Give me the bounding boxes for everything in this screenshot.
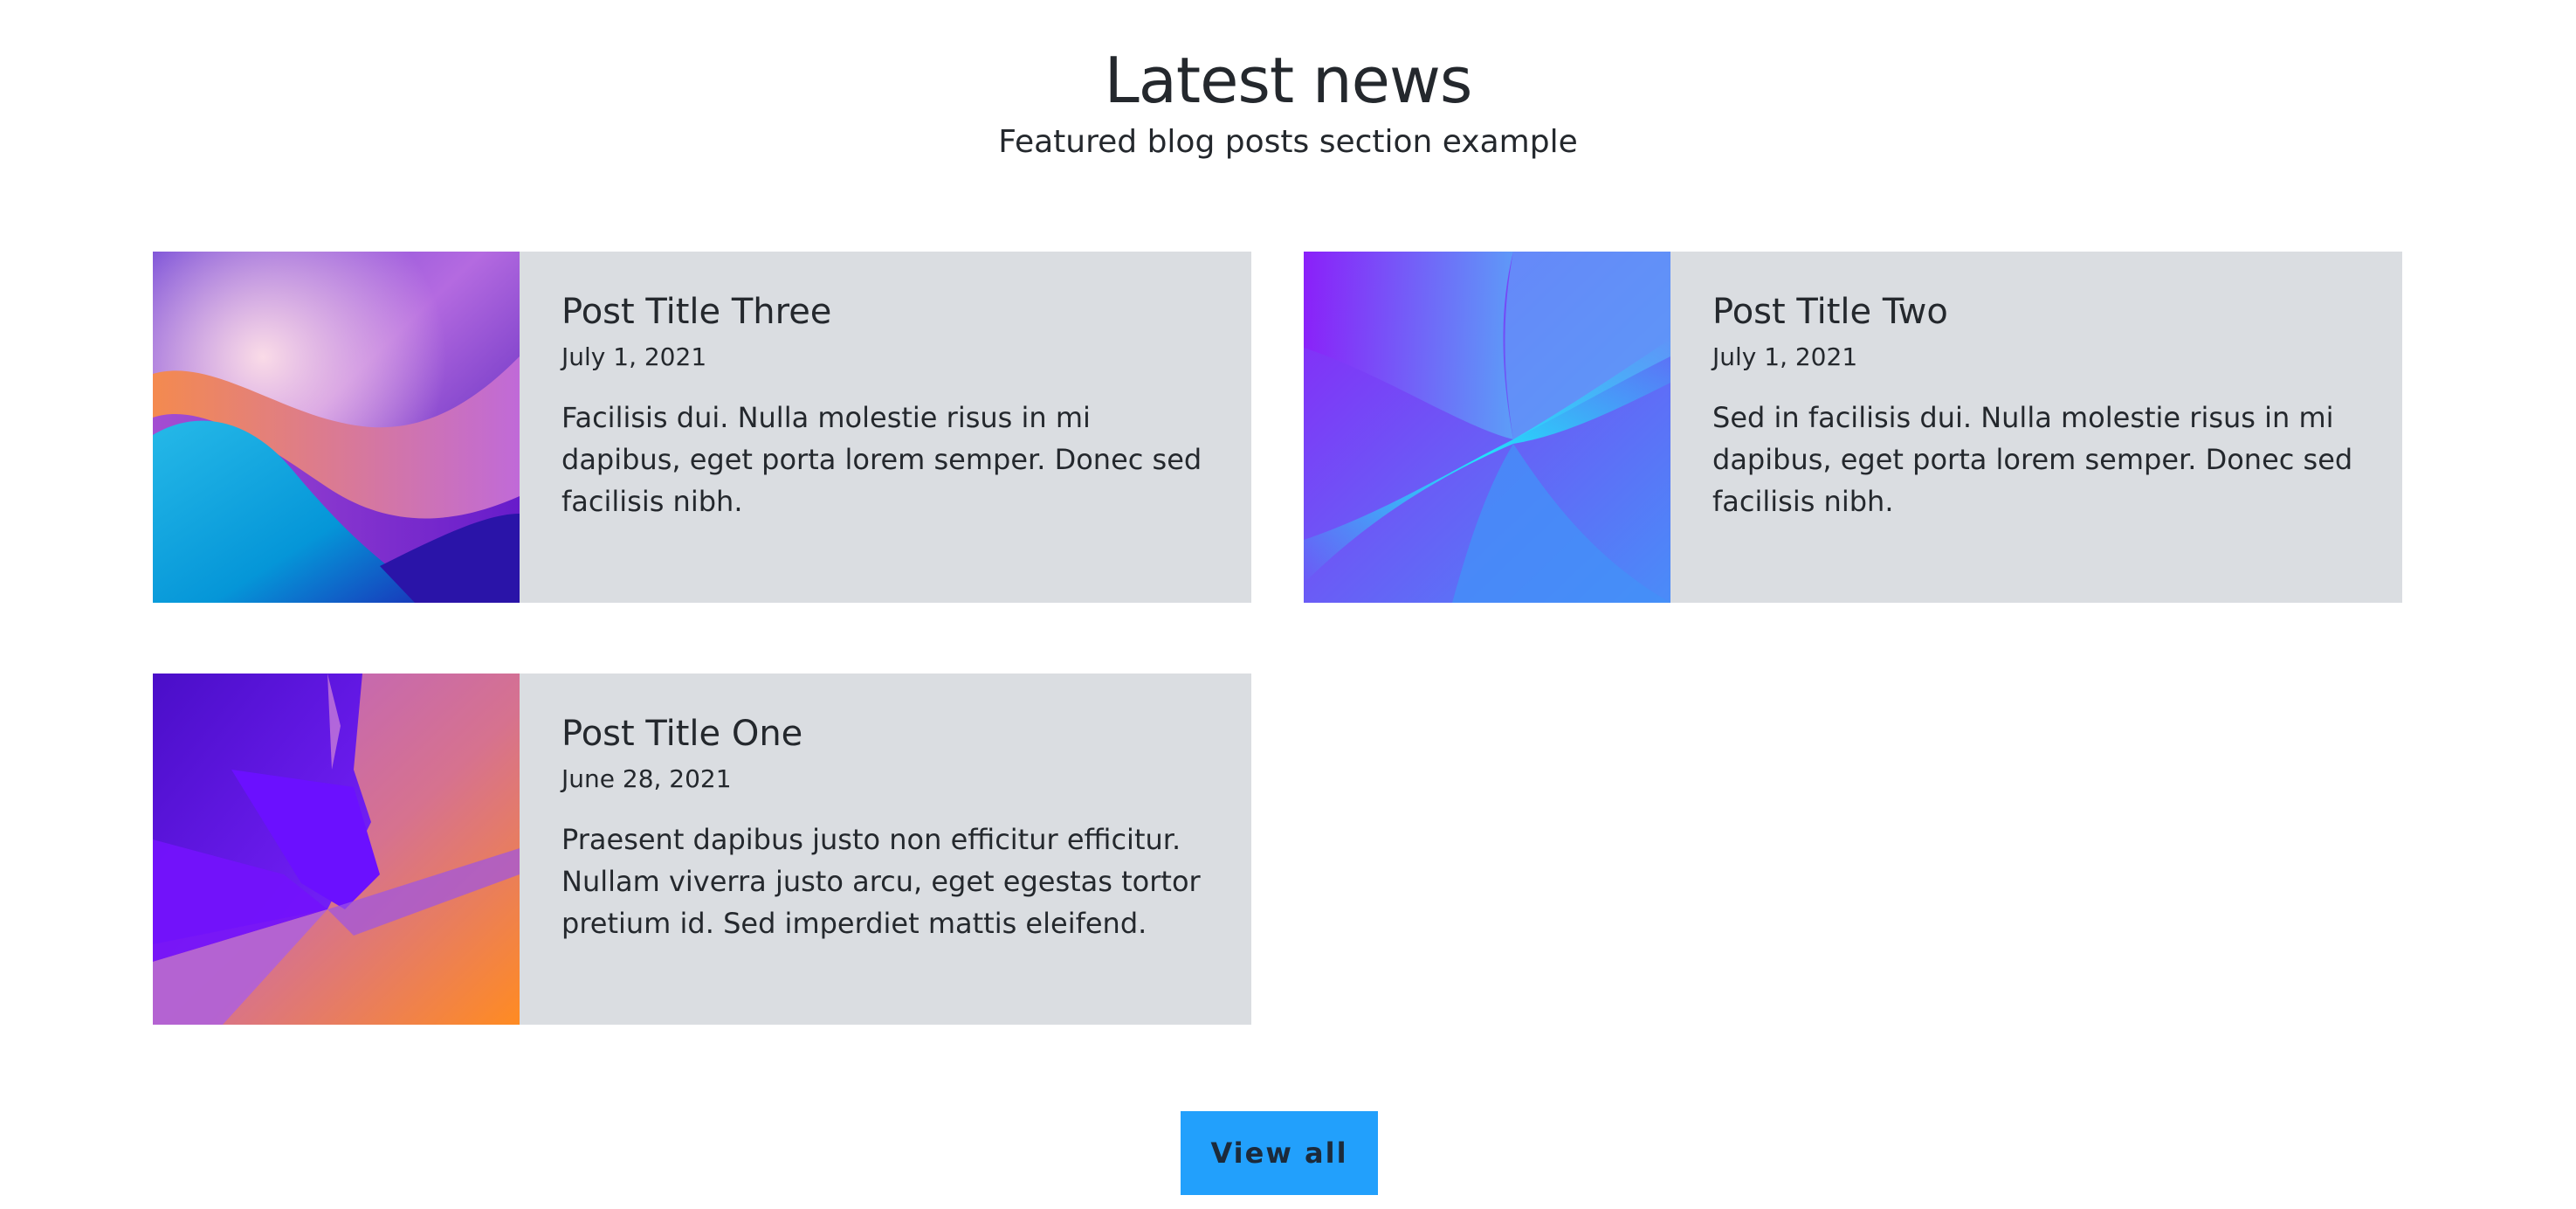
- view-all-button[interactable]: View all: [1181, 1111, 1378, 1195]
- post-excerpt: Sed in facilisis dui. Nulla molestie ris…: [1712, 401, 2353, 518]
- post-thumbnail-image[interactable]: [153, 674, 520, 1025]
- post-excerpt: Praesent dapibus justo non efficitur eff…: [561, 823, 1201, 940]
- post-content: Post Title Three July 1, 2021 Facilisis …: [520, 252, 1251, 603]
- section-subtitle: Featured blog posts section example: [998, 124, 1578, 160]
- blog-post-card[interactable]: Post Title Three July 1, 2021 Facilisis …: [153, 252, 1251, 603]
- post-content: Post Title One June 28, 2021 Praesent da…: [520, 674, 1251, 1025]
- post-title[interactable]: Post Title Three: [561, 290, 1209, 334]
- post-thumbnail-image[interactable]: [1304, 252, 1670, 603]
- blog-post-card[interactable]: Post Title One June 28, 2021 Praesent da…: [153, 674, 1251, 1025]
- post-excerpt: Facilisis dui. Nulla molestie risus in m…: [561, 401, 1202, 518]
- abstract-twist-image: [1304, 252, 1670, 603]
- section-title: Latest news: [1104, 44, 1473, 117]
- post-date: July 1, 2021: [561, 342, 707, 371]
- post-title[interactable]: Post Title One: [561, 712, 1209, 756]
- section-header: Latest news Featured blog posts section …: [0, 38, 2576, 162]
- post-content: Post Title Two July 1, 2021 Sed in facil…: [1670, 252, 2402, 603]
- post-thumbnail-image[interactable]: [153, 252, 520, 603]
- abstract-wave-image: [153, 252, 520, 603]
- post-title[interactable]: Post Title Two: [1712, 290, 2360, 334]
- post-date: July 1, 2021: [1712, 342, 1858, 371]
- abstract-shards-image: [153, 674, 520, 1025]
- post-date: June 28, 2021: [561, 764, 732, 793]
- blog-post-card[interactable]: Post Title Two July 1, 2021 Sed in facil…: [1304, 252, 2402, 603]
